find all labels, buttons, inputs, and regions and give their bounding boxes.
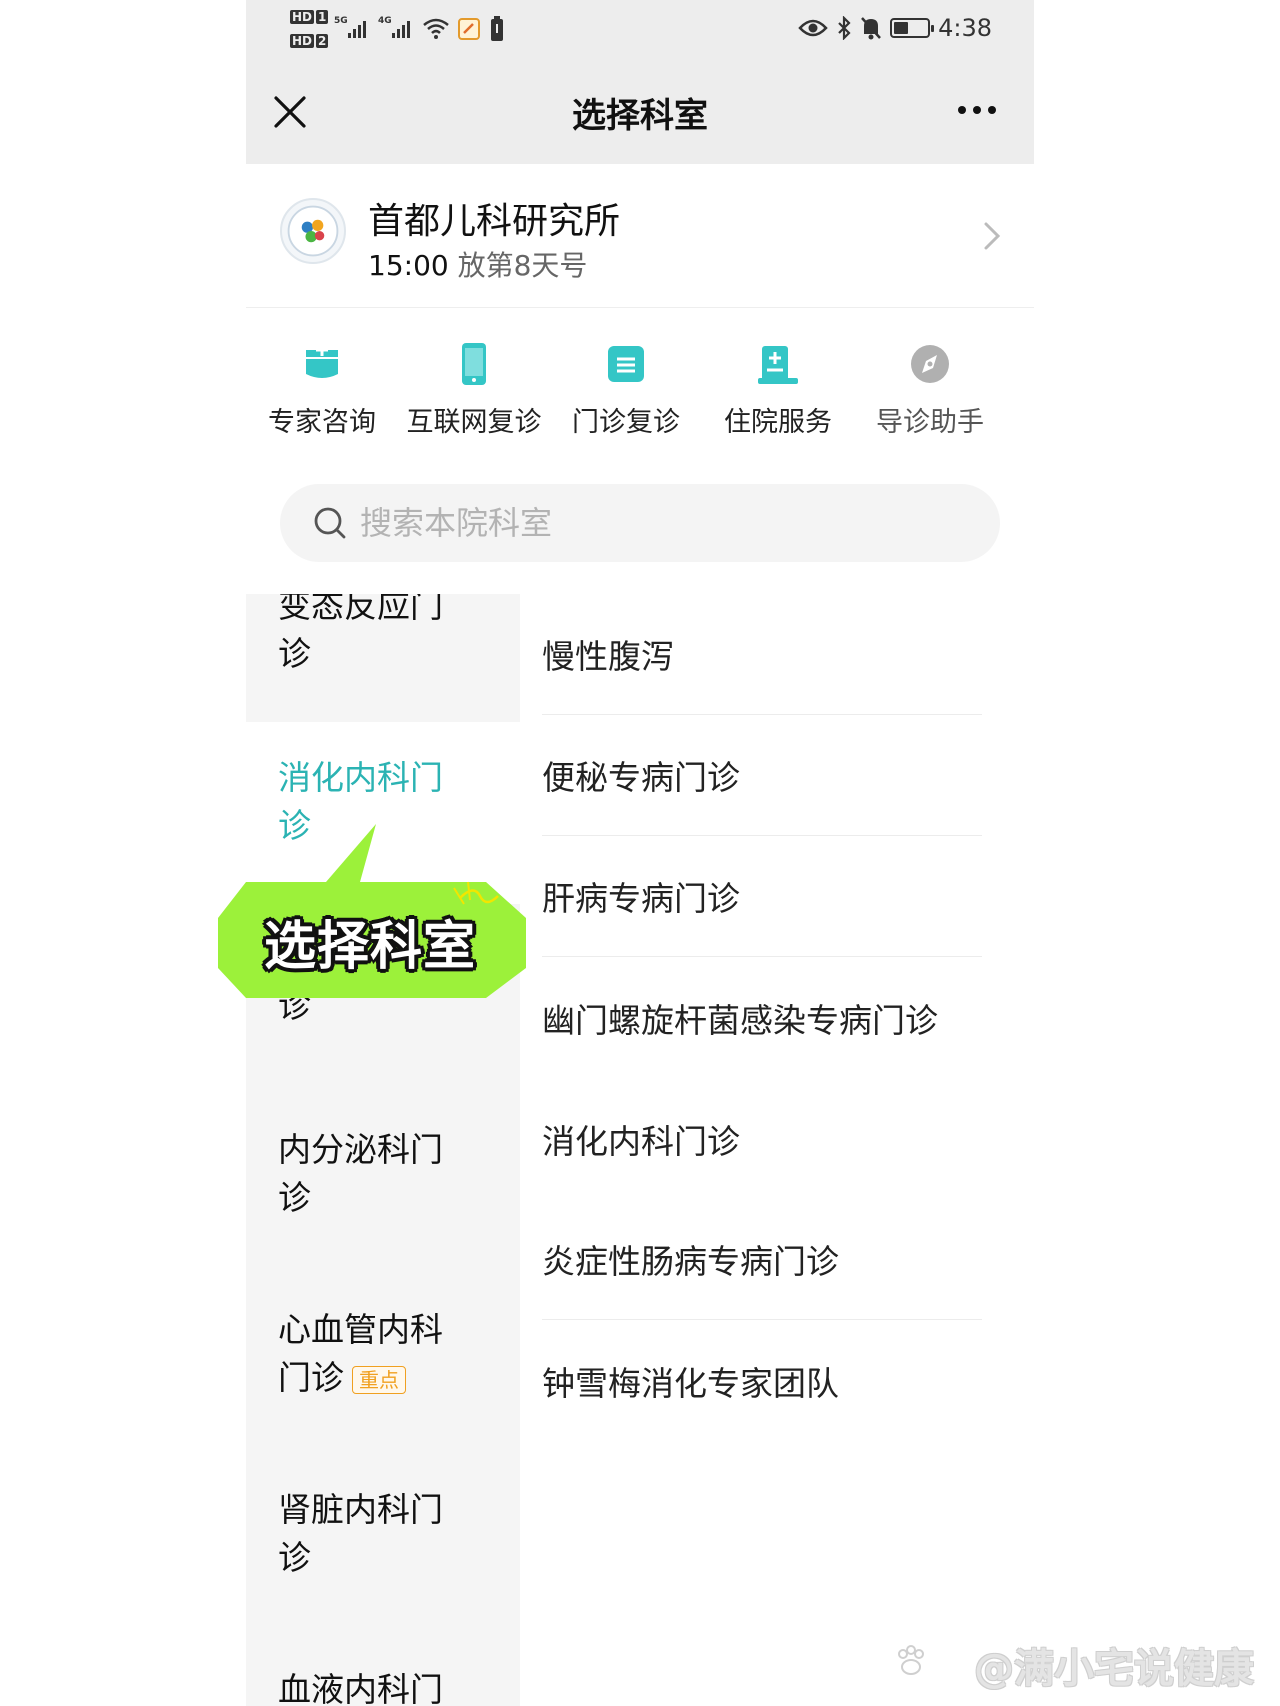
status-right: 4:38 bbox=[798, 14, 992, 42]
more-options-icon[interactable] bbox=[958, 106, 996, 114]
category-line: 肾脏内科门 bbox=[278, 1490, 443, 1529]
department-item[interactable]: 便秘专病门诊 bbox=[542, 715, 982, 836]
hospital-bed-icon bbox=[758, 346, 798, 384]
category-hematology[interactable]: 血液内科门 bbox=[246, 1666, 520, 1706]
service-label: 专家咨询 bbox=[268, 407, 376, 438]
service-inpatient[interactable]: 住院服务 bbox=[702, 340, 854, 450]
notes-app-icon bbox=[458, 18, 480, 40]
category-line: 门诊 重点 bbox=[278, 1354, 488, 1402]
department-item[interactable]: 肝病专病门诊 bbox=[542, 836, 982, 957]
category-nephrology[interactable]: 肾脏内科门 诊 bbox=[246, 1486, 520, 1582]
release-time: 15:00 bbox=[368, 249, 449, 282]
callout-text: 选择科室 bbox=[264, 917, 477, 977]
service-online-revisit[interactable]: 互联网复诊 bbox=[398, 340, 550, 450]
chevron-right-icon bbox=[984, 222, 1001, 250]
service-label: 互联网复诊 bbox=[406, 407, 542, 438]
hd-indicator-1: HD 1 bbox=[290, 10, 329, 24]
bluetooth-icon bbox=[838, 16, 851, 40]
status-time: 4:38 bbox=[938, 14, 992, 42]
category-allergy[interactable]: 变态反应门 诊 bbox=[246, 594, 520, 678]
category-sidebar: 变态反应门 诊 消化内科门 诊 诊 内分泌科门 诊 心血管内科 门诊 重点 肾脏内… bbox=[246, 594, 520, 1706]
service-guide-assistant[interactable]: 导诊助手 bbox=[854, 340, 1006, 450]
service-label: 导诊助手 bbox=[876, 407, 984, 438]
list-icon bbox=[608, 346, 644, 382]
service-outpatient-revisit[interactable]: 门诊复诊 bbox=[550, 340, 702, 450]
watermark: @满小宅说健康 bbox=[974, 1646, 1254, 1692]
quick-services: 专家咨询 互联网复诊 门诊复诊 住院服务 导诊助手 bbox=[246, 340, 1034, 450]
consult-icon bbox=[306, 344, 338, 378]
category-line: 诊 bbox=[278, 1178, 311, 1217]
category-line: 内分泌科门 bbox=[278, 1130, 443, 1169]
category-endocrinology[interactable]: 内分泌科门 诊 bbox=[246, 1126, 520, 1222]
paw-icon bbox=[898, 1645, 924, 1675]
department-item[interactable]: 幽门螺旋杆菌感染专病门诊 bbox=[542, 957, 982, 1078]
page-title: 选择科室 bbox=[572, 96, 708, 136]
hospital-release-info: 15:00 放第8天号 bbox=[368, 244, 587, 284]
status-bar: HD 1 HD 2 5G 4G 4:38 bbox=[246, 0, 1034, 60]
search-bar[interactable] bbox=[280, 484, 1000, 562]
phone-icon bbox=[462, 343, 486, 385]
compass-icon bbox=[911, 345, 949, 383]
department-item[interactable]: 炎症性肠病专病门诊 bbox=[542, 1199, 982, 1320]
mute-bell-icon bbox=[861, 17, 882, 40]
hospital-logo-icon bbox=[280, 198, 346, 264]
department-item[interactable]: 消化内科门诊 bbox=[542, 1078, 982, 1199]
department-item[interactable]: 钟雪梅消化专家团队 bbox=[542, 1320, 982, 1441]
category-line: 变态反应门 bbox=[278, 594, 443, 625]
category-line-text: 门诊 bbox=[278, 1358, 344, 1397]
key-department-badge: 重点 bbox=[352, 1365, 406, 1394]
top-bar: HD 1 HD 2 5G 4G 4:38 选择科室 bbox=[246, 0, 1034, 164]
network-5g-label: 5G bbox=[334, 16, 348, 26]
release-rule: 放第8天号 bbox=[457, 249, 588, 282]
battery-icon bbox=[890, 18, 935, 38]
signal-5g-icon bbox=[348, 18, 366, 38]
hospital-card[interactable]: 首都儿科研究所 15:00 放第8天号 bbox=[246, 164, 1034, 308]
category-line: 诊 bbox=[278, 1538, 311, 1577]
wifi-icon bbox=[423, 18, 449, 39]
battery-saver-icon bbox=[491, 16, 503, 41]
department-item[interactable]: 慢性腹泻 bbox=[542, 594, 982, 715]
category-line: 消化内科门 bbox=[278, 758, 443, 797]
network-4g-label: 4G bbox=[378, 16, 392, 26]
service-expert-consult[interactable]: 专家咨询 bbox=[246, 340, 398, 450]
service-label: 住院服务 bbox=[724, 407, 832, 438]
hd-indicator-2: HD 2 bbox=[290, 34, 329, 48]
service-label: 门诊复诊 bbox=[572, 407, 680, 438]
category-line: 诊 bbox=[278, 634, 311, 673]
search-input[interactable] bbox=[360, 484, 960, 562]
search-icon bbox=[314, 507, 346, 539]
category-cardiology[interactable]: 心血管内科 门诊 重点 bbox=[246, 1306, 520, 1402]
eye-icon bbox=[798, 19, 828, 37]
department-list: 慢性腹泻 便秘专病门诊 肝病专病门诊 幽门螺旋杆菌感染专病门诊 消化内科门诊 炎… bbox=[520, 594, 1034, 1706]
category-line: 心血管内科 bbox=[278, 1310, 443, 1349]
category-line: 血液内科门 bbox=[278, 1670, 443, 1706]
signal-4g-icon bbox=[392, 18, 410, 38]
hospital-name: 首都儿科研究所 bbox=[368, 201, 621, 242]
